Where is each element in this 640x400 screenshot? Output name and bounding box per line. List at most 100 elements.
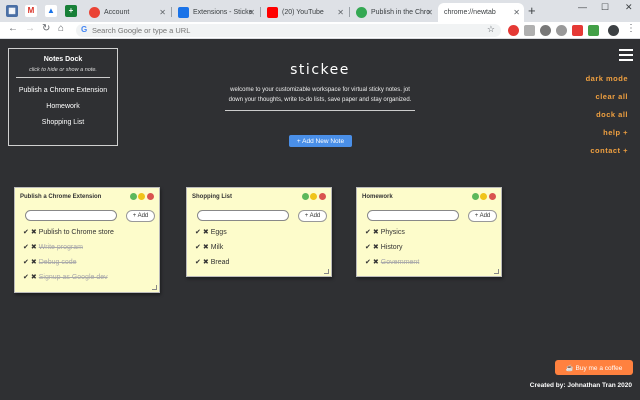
tab-divider xyxy=(349,7,350,17)
sticky-note[interactable]: Homework + Add ✔ ✖ Physics ✔ ✖ History ✔ ✖ Gov… xyxy=(356,187,502,277)
extension-icon[interactable] xyxy=(556,25,567,36)
extension-icon[interactable] xyxy=(524,25,535,36)
tab-publish[interactable]: Publish in the Chro ✕ xyxy=(351,3,437,22)
menu-help[interactable]: help + xyxy=(603,128,628,137)
delete-icon[interactable]: ✖ xyxy=(31,229,37,236)
add-task-button[interactable]: + Add xyxy=(298,210,327,222)
check-icon[interactable]: ✔ xyxy=(195,259,201,266)
yellow-dot-icon[interactable] xyxy=(480,193,487,200)
yellow-dot-icon[interactable] xyxy=(138,193,145,200)
delete-icon[interactable]: ✖ xyxy=(31,244,37,251)
close-icon[interactable]: ✕ xyxy=(513,3,520,22)
address-bar[interactable]: G ☆ xyxy=(76,24,501,37)
menu-clear-all[interactable]: clear all xyxy=(596,92,628,101)
minimize-icon[interactable]: — xyxy=(578,2,587,12)
tab-extensions[interactable]: Extensions - Sticke ✕ xyxy=(173,3,259,22)
check-icon[interactable]: ✔ xyxy=(365,259,371,266)
red-dot-icon[interactable] xyxy=(319,193,326,200)
tab-label: Extensions - Sticke xyxy=(193,9,253,16)
menu-contact[interactable]: contact + xyxy=(590,146,628,155)
yellow-dot-icon[interactable] xyxy=(310,193,317,200)
task-item: ✔ ✖ Debug code xyxy=(23,258,77,266)
check-icon[interactable]: ✔ xyxy=(23,259,29,266)
extension-icon[interactable] xyxy=(572,25,583,36)
green-dot-icon[interactable] xyxy=(302,193,309,200)
resize-handle[interactable] xyxy=(324,269,329,274)
note-title: Publish a Chrome Extension xyxy=(20,194,102,200)
hero-divider xyxy=(225,110,415,111)
tab-newtab[interactable]: chrome://newtab ✕ xyxy=(438,3,524,22)
delete-icon[interactable]: ✖ xyxy=(373,259,379,266)
resize-handle[interactable] xyxy=(152,285,157,290)
forward-icon[interactable]: → xyxy=(25,23,35,34)
close-icon[interactable]: ✕ xyxy=(426,3,433,22)
add-new-note-button[interactable]: + Add New Note xyxy=(289,135,352,147)
address-input[interactable] xyxy=(92,25,472,36)
star-icon[interactable]: ☆ xyxy=(487,24,495,35)
dock-item-publish[interactable]: Publish a Chrome Extension xyxy=(9,87,117,94)
close-icon[interactable]: ✕ xyxy=(159,3,166,22)
close-window-icon[interactable]: ✕ xyxy=(625,2,633,13)
delete-icon[interactable]: ✖ xyxy=(203,229,209,236)
check-icon[interactable]: ✔ xyxy=(23,274,29,281)
avatar[interactable] xyxy=(608,25,619,36)
sheets-icon[interactable]: + xyxy=(65,5,77,17)
tab-youtube[interactable]: (20) YouTube ✕ xyxy=(262,3,348,22)
browser-toolbar: ← → ↻ ⌂ G ☆ ⋮ xyxy=(0,22,640,39)
back-icon[interactable]: ← xyxy=(8,23,18,34)
task-item: ✔ ✖ Government xyxy=(365,258,419,266)
task-text: Publish to Chrome store xyxy=(38,229,114,236)
task-input[interactable] xyxy=(197,210,289,221)
maximize-icon[interactable]: ☐ xyxy=(601,2,609,13)
app-description: welcome to your customizable workspace f… xyxy=(228,87,412,103)
puzzle-icon xyxy=(178,7,189,18)
reload-icon[interactable]: ↻ xyxy=(42,23,50,34)
drive-icon[interactable]: ▲ xyxy=(45,5,57,17)
dock-item-shopping[interactable]: Shopping List xyxy=(9,119,117,126)
close-icon[interactable]: ✕ xyxy=(337,3,344,22)
menu-dark-mode[interactable]: dark mode xyxy=(586,74,628,83)
apps-icon[interactable]: ▦ xyxy=(6,5,18,17)
task-input[interactable] xyxy=(25,210,117,221)
dock-divider xyxy=(16,77,110,78)
menu-icon[interactable]: ⋮ xyxy=(626,23,636,34)
sticky-note[interactable]: Shopping List + Add ✔ ✖ Eggs ✔ ✖ Milk ✔ ✖ Brea… xyxy=(186,187,332,277)
delete-icon[interactable]: ✖ xyxy=(31,274,37,281)
tab-account[interactable]: Account ✕ xyxy=(84,3,170,22)
task-item: ✔ ✖ Write program xyxy=(23,243,83,251)
extension-icon[interactable] xyxy=(540,25,551,36)
sticky-note[interactable]: Publish a Chrome Extension + Add ✔ ✖ Publi… xyxy=(14,187,160,293)
coffee-icon: ☕ xyxy=(565,364,576,372)
menu-dock-all[interactable]: dock all xyxy=(596,110,628,119)
delete-icon[interactable]: ✖ xyxy=(203,244,209,251)
add-task-button[interactable]: + Add xyxy=(468,210,497,222)
green-dot-icon[interactable] xyxy=(472,193,479,200)
account-icon xyxy=(89,7,100,18)
check-icon[interactable]: ✔ xyxy=(195,229,201,236)
new-tab-button[interactable]: + xyxy=(528,3,536,18)
delete-icon[interactable]: ✖ xyxy=(373,229,379,236)
check-icon[interactable]: ✔ xyxy=(195,244,201,251)
check-icon[interactable]: ✔ xyxy=(365,244,371,251)
green-dot-icon[interactable] xyxy=(130,193,137,200)
dock-item-homework[interactable]: Homework xyxy=(9,103,117,110)
extensions-icon[interactable] xyxy=(593,25,604,36)
delete-icon[interactable]: ✖ xyxy=(373,244,379,251)
resize-handle[interactable] xyxy=(494,269,499,274)
extension-icon[interactable] xyxy=(508,25,519,36)
add-task-button[interactable]: + Add xyxy=(126,210,155,222)
hamburger-icon[interactable] xyxy=(619,49,633,61)
task-text: Physics xyxy=(380,229,405,236)
red-dot-icon[interactable] xyxy=(147,193,154,200)
check-icon[interactable]: ✔ xyxy=(23,229,29,236)
delete-icon[interactable]: ✖ xyxy=(31,259,37,266)
buy-me-a-coffee-button[interactable]: ☕ Buy me a coffee xyxy=(555,360,633,375)
check-icon[interactable]: ✔ xyxy=(365,229,371,236)
home-icon[interactable]: ⌂ xyxy=(58,23,64,34)
task-input[interactable] xyxy=(367,210,459,221)
gmail-icon[interactable]: M xyxy=(25,5,37,17)
check-icon[interactable]: ✔ xyxy=(23,244,29,251)
delete-icon[interactable]: ✖ xyxy=(203,259,209,266)
close-icon[interactable]: ✕ xyxy=(248,3,255,22)
red-dot-icon[interactable] xyxy=(489,193,496,200)
